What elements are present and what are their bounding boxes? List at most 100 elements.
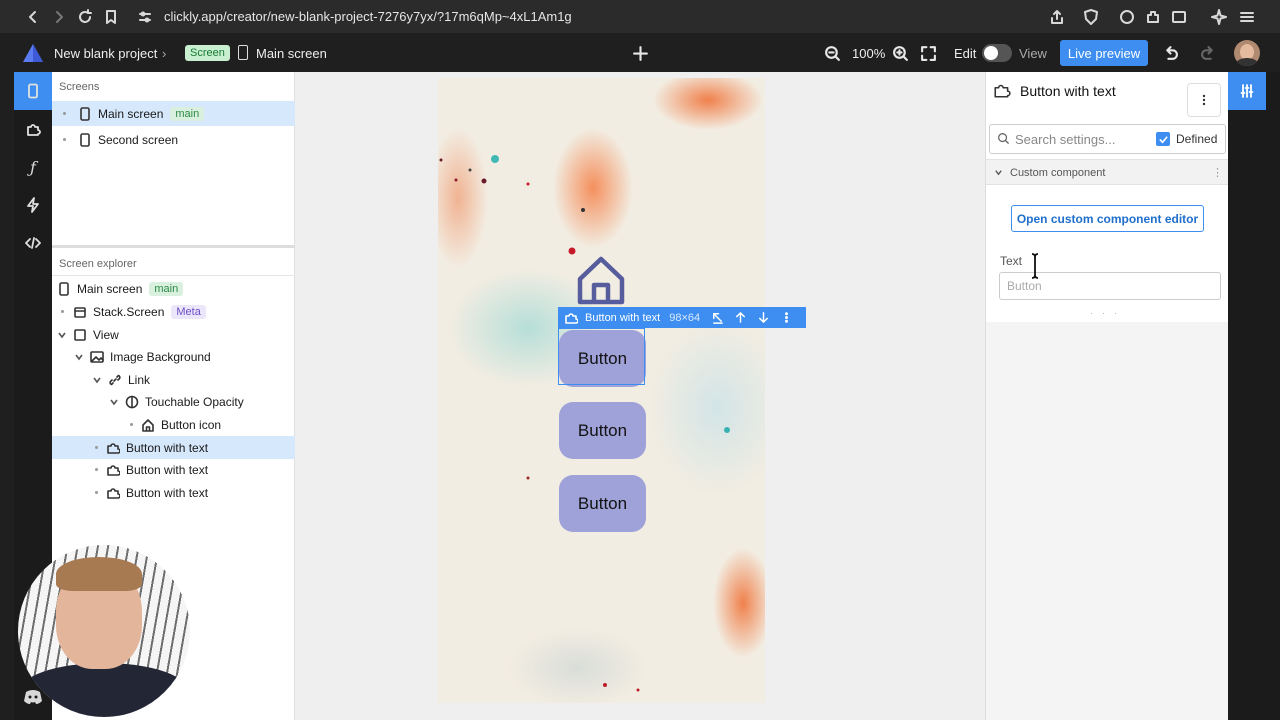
stack-icon: [73, 305, 87, 319]
component-icon: [106, 486, 120, 500]
add-icon[interactable]: [630, 43, 650, 63]
code-tool-icon[interactable]: [14, 224, 52, 262]
right-toolbar: [1228, 72, 1280, 720]
move-down-icon[interactable]: [757, 311, 770, 324]
phone-icon: [238, 45, 248, 60]
image-icon: [90, 350, 104, 364]
avatar[interactable]: [1234, 40, 1260, 66]
app-logo-icon[interactable]: [22, 43, 44, 63]
more-options-button[interactable]: [1187, 83, 1221, 117]
back-icon[interactable]: [22, 6, 44, 28]
panel-title: Button with text: [1020, 83, 1116, 99]
text-field-value: Button: [1007, 279, 1042, 293]
tree-item-stack-screen[interactable]: Stack.Screen Meta: [52, 300, 295, 323]
fit-screen-icon[interactable]: [918, 43, 938, 63]
extension-m-icon[interactable]: [1116, 6, 1138, 28]
extensions-icon[interactable]: [1142, 6, 1164, 28]
browser-toolbar: clickly.app/creator/new-blank-project-72…: [0, 0, 1280, 33]
component-icon: [564, 311, 578, 325]
url-bar[interactable]: clickly.app/creator/new-blank-project-72…: [164, 9, 572, 24]
more-options-icon[interactable]: [780, 311, 793, 324]
screens-section-title: Screens: [59, 81, 100, 93]
reload-icon[interactable]: [74, 6, 96, 28]
move-up-icon[interactable]: [734, 311, 747, 324]
link-icon: [108, 373, 122, 387]
chevron-down-icon[interactable]: [994, 168, 1003, 177]
view-box-icon: [73, 328, 87, 342]
chevron-down-icon[interactable]: [57, 330, 67, 340]
share-icon[interactable]: [1046, 6, 1068, 28]
components-tool-icon[interactable]: [14, 110, 52, 148]
screenshot-icon[interactable]: [1168, 6, 1190, 28]
screen-chip: Screen: [185, 45, 230, 61]
section-title: Custom component: [1010, 167, 1106, 179]
component-icon: [106, 441, 120, 455]
screen-item-second[interactable]: Second screen: [52, 127, 295, 152]
section-menu-icon[interactable]: ⋮: [1212, 166, 1223, 179]
selection-size: 98×64: [669, 311, 701, 324]
edit-label: Edit: [954, 46, 977, 61]
undo-icon[interactable]: [1160, 43, 1180, 63]
tree-item-view[interactable]: View: [52, 323, 295, 346]
text-cursor-icon: [1030, 253, 1040, 279]
defined-label: Defined: [1176, 132, 1218, 146]
phone-preview[interactable]: [438, 78, 765, 703]
screen-item-main[interactable]: Main screen main: [52, 101, 295, 126]
menu-icon[interactable]: [1236, 6, 1258, 28]
tree-item-button-with-text[interactable]: Button with text: [52, 481, 295, 504]
defined-checkbox[interactable]: [1156, 132, 1170, 146]
site-settings-icon[interactable]: [134, 6, 156, 28]
component-icon: [106, 463, 120, 477]
tree-item-touchable-opacity[interactable]: Touchable Opacity: [52, 390, 295, 413]
text-field-label: Text: [1000, 254, 1023, 268]
tree-item-link[interactable]: Link: [52, 368, 295, 391]
functions-tool-icon[interactable]: ƒ: [14, 148, 52, 186]
webcam-overlay: [18, 545, 190, 717]
view-label: View: [1019, 46, 1047, 61]
canvas-button-3[interactable]: Button: [559, 475, 646, 532]
live-preview-button[interactable]: Live preview: [1060, 40, 1148, 66]
home-icon[interactable]: [576, 255, 626, 305]
tree-item-image-background[interactable]: Image Background: [52, 345, 295, 368]
explorer-section-title: Screen explorer: [59, 258, 137, 270]
tree-item-button-with-text[interactable]: Button with text: [52, 436, 295, 459]
screen-label: Main screen: [98, 106, 164, 121]
phone-icon: [57, 281, 71, 296]
panel-divider[interactable]: [52, 245, 295, 248]
edit-view-toggle[interactable]: [982, 44, 1012, 62]
opacity-icon: [125, 395, 139, 409]
redo-icon[interactable]: [1198, 43, 1218, 63]
tree-item-button-icon[interactable]: Button icon: [52, 413, 295, 436]
tree-item-button-with-text[interactable]: Button with text: [52, 458, 295, 481]
actions-tool-icon[interactable]: [14, 186, 52, 224]
tree-item-main-screen[interactable]: Main screen main: [52, 277, 295, 300]
breadcrumb-separator-icon: ›: [162, 46, 167, 61]
phone-icon: [78, 106, 92, 121]
phone-icon: [78, 132, 92, 147]
home-icon: [141, 418, 155, 432]
more-vert-icon: [1202, 94, 1206, 106]
select-parent-icon[interactable]: [711, 311, 724, 324]
ai-sparkle-icon[interactable]: [1208, 6, 1230, 28]
main-tag: main: [170, 106, 205, 121]
zoom-in-icon[interactable]: [890, 43, 910, 63]
background-splatter: [439, 155, 730, 692]
properties-tool-icon[interactable]: [1228, 72, 1266, 110]
canvas-button-2[interactable]: Button: [559, 402, 646, 459]
selection-toolbar: Button with text 98×64: [558, 307, 806, 328]
brave-shield-icon[interactable]: [1080, 6, 1102, 28]
screens-tool-icon[interactable]: [14, 72, 52, 110]
chevron-down-icon[interactable]: [109, 397, 119, 407]
screen-label: Second screen: [98, 132, 179, 147]
chevron-down-icon[interactable]: [92, 375, 102, 385]
chevron-down-icon[interactable]: [74, 352, 84, 362]
project-name[interactable]: New blank project: [54, 46, 157, 61]
forward-icon[interactable]: [48, 6, 70, 28]
search-input[interactable]: Search settings...: [1015, 132, 1115, 147]
current-screen-name[interactable]: Main screen: [256, 46, 327, 61]
open-custom-editor-button[interactable]: Open custom component editor: [1011, 205, 1204, 232]
resize-handle-icon[interactable]: ···: [1090, 308, 1126, 318]
zoom-out-icon[interactable]: [822, 43, 842, 63]
search-icon: [997, 132, 1010, 145]
bookmark-icon[interactable]: [100, 6, 122, 28]
